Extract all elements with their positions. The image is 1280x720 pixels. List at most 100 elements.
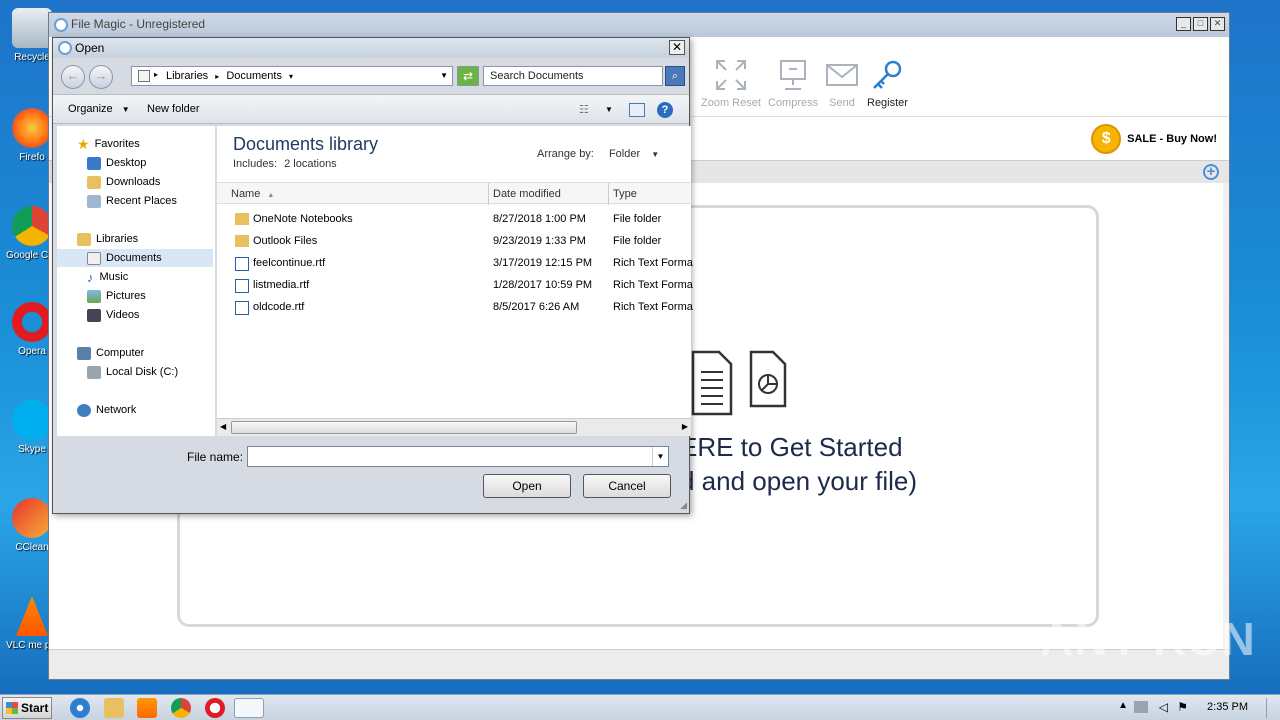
media-player-icon[interactable]	[137, 698, 157, 718]
volume-icon[interactable]: ◁	[1159, 700, 1168, 714]
file-name-dropdown-icon[interactable]: ▼	[652, 447, 668, 466]
nav-computer[interactable]: Computer	[77, 344, 144, 362]
view-dropdown-icon[interactable]: ▼	[605, 105, 613, 114]
opera-taskbar-icon[interactable]	[205, 698, 225, 718]
nav-libraries[interactable]: Libraries	[77, 230, 138, 248]
dialog-close-button[interactable]: ✕	[669, 40, 685, 55]
breadcrumb-libraries[interactable]: Libraries	[166, 70, 208, 82]
column-divider[interactable]	[608, 183, 609, 205]
show-desktop-button[interactable]	[1266, 698, 1278, 718]
maximize-button[interactable]: □	[1193, 17, 1208, 31]
compress-button[interactable]: Compress	[768, 59, 818, 109]
file-row[interactable]: listmedia.rtf 1/28/2017 10:59 PM Rich Te…	[217, 274, 693, 296]
open-button[interactable]: Open	[483, 474, 571, 498]
breadcrumb-chevron-icon: ▸	[154, 70, 159, 79]
scroll-left-icon[interactable]: ◀	[220, 422, 226, 431]
app-title-bar[interactable]: File Magic - Unregistered _ □ ✕	[49, 13, 1229, 37]
library-title: Documents library	[233, 134, 379, 154]
clock[interactable]: 2:35 PM	[1207, 701, 1248, 713]
start-button[interactable]: Start	[2, 697, 52, 719]
show-hidden-icons-icon[interactable]: ▲	[1118, 700, 1128, 711]
app-logo-icon	[54, 18, 68, 32]
action-center-flag-icon[interactable]: ⚑	[1177, 700, 1188, 714]
column-header-type[interactable]: Type	[613, 188, 637, 200]
nav-desktop[interactable]: Desktop	[87, 154, 146, 172]
help-icon[interactable]: ?	[657, 102, 673, 118]
windows-logo-icon	[6, 702, 18, 714]
file-type: Rich Text Forma	[613, 301, 693, 313]
organize-button[interactable]: Organize ▼	[68, 103, 130, 115]
nav-documents[interactable]: Documents	[57, 249, 213, 267]
address-history-dropdown-icon[interactable]: ▼	[440, 71, 448, 80]
file-list-pane: Documents library Includes: 2 locations …	[217, 126, 693, 436]
videos-icon	[87, 308, 101, 322]
refresh-button[interactable]: ⇄	[457, 66, 479, 86]
horizontal-scrollbar[interactable]: ◀ ▶	[217, 418, 691, 436]
send-button[interactable]: Send	[825, 59, 859, 109]
zoom-reset-label: Zoom Reset	[701, 97, 761, 109]
scrollbar-thumb[interactable]	[231, 421, 577, 434]
arrange-by-value: Folder	[608, 148, 641, 160]
firefox-icon	[12, 108, 52, 148]
register-button[interactable]: Register	[867, 59, 908, 109]
file-magic-taskbar-button[interactable]	[234, 698, 264, 718]
file-name-input[interactable]: ▼	[247, 446, 669, 467]
network-tray-icon[interactable]	[1134, 701, 1148, 713]
file-type: Rich Text Forma	[613, 257, 693, 269]
file-name: OneNote Notebooks	[253, 213, 353, 225]
resize-grip-icon[interactable]: ◢	[680, 500, 687, 511]
file-row[interactable]: OneNote Notebooks 8/27/2018 1:00 PM File…	[217, 208, 691, 230]
file-date: 3/17/2019 12:15 PM	[493, 257, 593, 269]
nav-local-disk[interactable]: Local Disk (C:)	[87, 363, 178, 381]
arrange-by-dropdown[interactable]: Folder ▼	[609, 148, 659, 160]
dialog-title-bar[interactable]: Open ✕	[53, 38, 689, 58]
nav-music[interactable]: ♪ Music	[87, 268, 128, 286]
nav-network[interactable]: Network	[77, 401, 136, 419]
column-header-date[interactable]: Date modified	[493, 188, 561, 200]
file-row[interactable]: feelcontinue.rtf 3/17/2019 12:15 PM Rich…	[217, 252, 693, 274]
recycle-bin-icon	[12, 8, 52, 48]
file-name: oldcode.rtf	[253, 301, 305, 313]
minimize-button[interactable]: _	[1176, 17, 1191, 31]
breadcrumb-documents[interactable]: Documents	[226, 70, 282, 82]
nav-favorites[interactable]: ★ Favorites	[77, 135, 140, 153]
breadcrumb-dropdown-icon[interactable]: ▾	[289, 72, 293, 81]
compress-label: Compress	[768, 97, 819, 109]
locations-link[interactable]: 2 locations	[284, 158, 337, 170]
search-input[interactable]: Search Documents	[483, 66, 663, 86]
file-row[interactable]: oldcode.rtf 8/5/2017 6:26 AM Rich Text F…	[217, 296, 693, 318]
column-divider[interactable]	[488, 183, 489, 205]
address-bar[interactable]: ▸ Libraries ▸ Documents ▾ ▼	[131, 66, 453, 86]
close-button[interactable]: ✕	[1210, 17, 1225, 31]
file-name: Outlook Files	[253, 235, 318, 247]
new-folder-button[interactable]: New folder	[147, 103, 200, 115]
cancel-button[interactable]: Cancel	[583, 474, 671, 498]
file-type: File folder	[613, 235, 662, 247]
add-tab-icon[interactable]: +	[1203, 164, 1219, 180]
column-header-name[interactable]: Name ▲	[231, 188, 274, 200]
ccleaner-icon	[12, 498, 52, 538]
sale-buy-now-button[interactable]: $ SALE - Buy Now!	[1091, 123, 1217, 155]
sale-label: SALE - Buy Now!	[1127, 133, 1217, 145]
internet-explorer-icon[interactable]	[70, 698, 90, 718]
file-name: listmedia.rtf	[253, 279, 310, 291]
view-options-icon[interactable]: ☷	[579, 103, 589, 116]
rtf-document-icon	[235, 279, 249, 293]
back-button[interactable]: ←	[61, 65, 85, 89]
nav-pictures[interactable]: Pictures	[87, 287, 146, 305]
scroll-right-icon[interactable]: ▶	[682, 422, 688, 431]
chrome-taskbar-icon[interactable]	[171, 698, 191, 718]
sort-ascending-icon: ▲	[267, 192, 275, 199]
opera-icon	[12, 302, 52, 342]
forward-button[interactable]: →	[89, 65, 113, 89]
file-row[interactable]: Outlook Files 9/23/2019 1:33 PM File fol…	[217, 230, 691, 252]
nav-recent-places[interactable]: Recent Places	[87, 192, 177, 210]
nav-label: Downloads	[106, 176, 161, 188]
nav-downloads[interactable]: Downloads	[87, 173, 160, 191]
preview-pane-icon[interactable]	[629, 103, 645, 117]
pictures-icon	[87, 289, 101, 303]
file-explorer-icon[interactable]	[104, 698, 124, 718]
search-icon[interactable]: ⌕	[665, 66, 685, 86]
nav-videos[interactable]: Videos	[87, 306, 139, 324]
zoom-reset-button[interactable]: Zoom Reset	[701, 59, 761, 109]
